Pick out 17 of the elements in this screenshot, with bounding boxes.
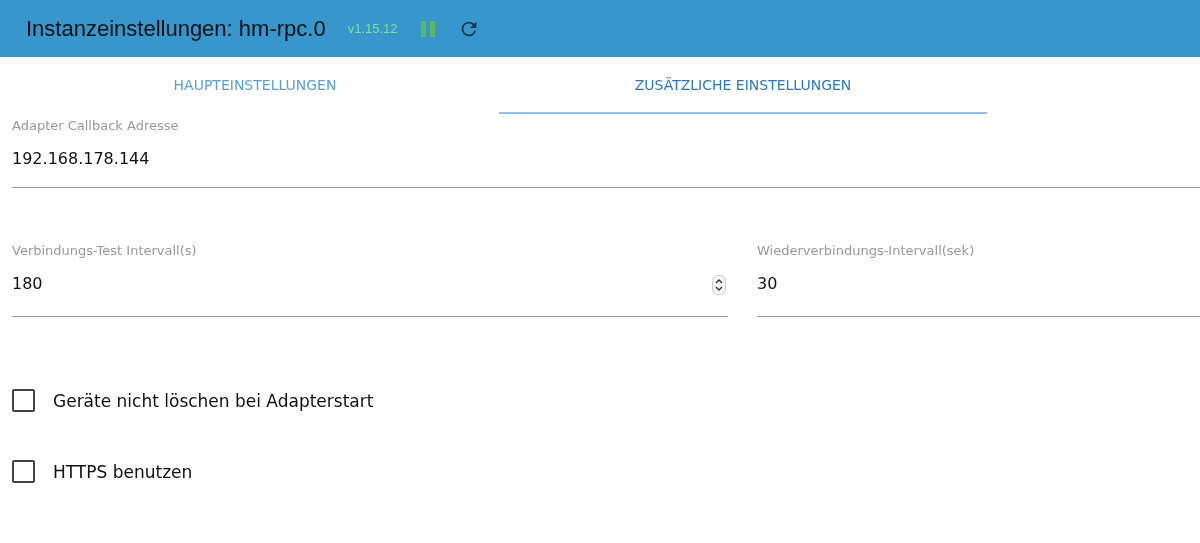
checkbox-label: HTTPS benutzen	[53, 461, 193, 482]
interval-field[interactable]: Wiederverbindungs-Intervall(sek) 30	[757, 243, 1200, 317]
callback-address-field[interactable]: Adapter Callback Adresse 192.168.178.144	[12, 114, 1200, 188]
checkbox[interactable]	[12, 460, 35, 483]
field-value: 192.168.178.144	[12, 149, 151, 168]
field-label: Verbindungs-Test Intervall(s)	[12, 243, 198, 258]
checkbox[interactable]	[12, 389, 35, 412]
version-label: v1.15.12	[347, 21, 398, 36]
field-value: 180	[12, 274, 43, 293]
interval-field[interactable]: Verbindungs-Test Intervall(s) 180	[12, 243, 728, 317]
field-label: Adapter Callback Adresse	[12, 118, 180, 133]
tab[interactable]: ZUSÄTZLICHE EINSTELLUNGEN	[499, 57, 987, 114]
field-label: Wiederverbindungs-Intervall(sek)	[757, 243, 976, 258]
spinner-icon[interactable]	[712, 275, 726, 295]
field-value: 30	[757, 274, 778, 293]
checkbox-label: Geräte nicht löschen bei Adapterstart	[53, 390, 374, 411]
window-title: Instanzeinstellungen: hm-rpc.0	[26, 15, 326, 42]
